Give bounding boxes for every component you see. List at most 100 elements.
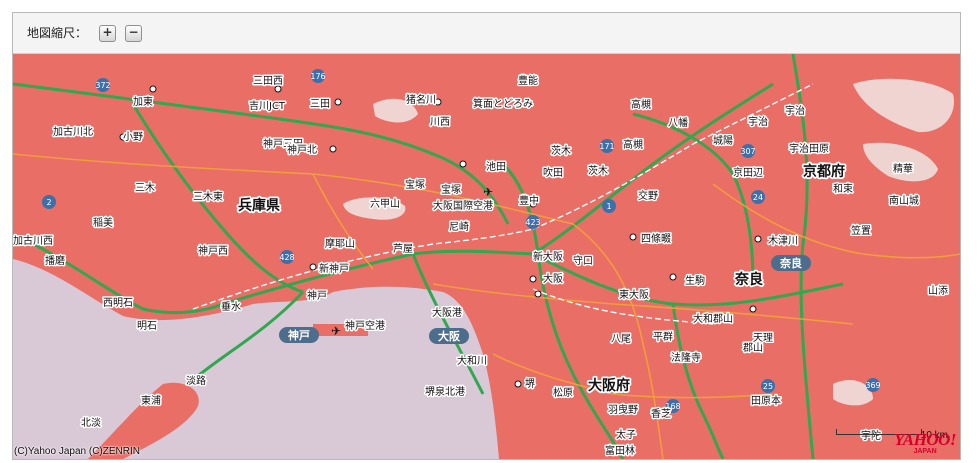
zoom-in-button[interactable]: + xyxy=(99,25,116,42)
place-label: 芦屋 xyxy=(393,243,413,255)
map-toolbar: 地図縮尺： + − xyxy=(13,13,960,54)
place-label: 堺泉北港 xyxy=(425,385,465,398)
svg-text:428: 428 xyxy=(279,253,294,262)
pref-osaka: 大阪府 xyxy=(588,377,630,394)
place-label: 三木 xyxy=(135,182,155,194)
svg-text:24: 24 xyxy=(753,193,763,202)
place-label: 高槻 xyxy=(631,98,651,111)
place-label: 猪名川 xyxy=(406,93,436,106)
place-label: 田原本 xyxy=(751,394,781,407)
place-label: 山添 xyxy=(928,284,948,297)
svg-text:176: 176 xyxy=(310,72,325,81)
place-label: 淡路 xyxy=(186,374,206,387)
map-graphics: 372 176 171 307 24 2 428 423 1 168 25 36… xyxy=(13,54,960,459)
svg-text:307: 307 xyxy=(740,147,755,156)
place-label: 北淡 xyxy=(81,417,101,429)
place-label: 神戸北 xyxy=(287,143,317,156)
place-label: 吹田 xyxy=(543,166,563,179)
place-label: 小野 xyxy=(123,131,143,143)
place-label: 神戸空港 xyxy=(345,319,385,332)
svg-text:1: 1 xyxy=(606,202,611,211)
place-label: 交野 xyxy=(638,189,658,202)
place-label: 垂水 xyxy=(221,301,241,313)
svg-text:369: 369 xyxy=(865,381,880,390)
airport-kobe-icon: ✈ xyxy=(331,324,341,338)
yahoo-japan-logo[interactable]: YAHOO! JAPAN xyxy=(894,431,956,455)
zoom-out-button[interactable]: − xyxy=(125,25,142,42)
place-label: 生駒 xyxy=(685,274,705,287)
place-label: 香芝 xyxy=(651,407,671,420)
map-widget: 地図縮尺： + − 372 176 171 307 24 2 428 423 1… xyxy=(12,12,961,460)
pref-kyoto: 京都府 xyxy=(803,163,845,180)
svg-text:25: 25 xyxy=(763,382,773,391)
boxed-label-kobe: 神戸 xyxy=(279,327,319,343)
place-label: 播磨 xyxy=(45,254,65,267)
place-label: 和束 xyxy=(833,183,853,195)
pref-hyogo: 兵庫県 xyxy=(238,197,280,214)
place-label: 法隆寺 xyxy=(671,351,701,364)
place-label: 郡山 xyxy=(743,342,763,354)
place-label: 三田西 xyxy=(253,76,283,87)
place-label: 稲美 xyxy=(93,216,113,229)
osaka-bay xyxy=(13,259,499,459)
place-label: 守口 xyxy=(573,254,593,267)
place-label: 六甲山 xyxy=(370,198,400,210)
place-label: 木津川 xyxy=(768,235,798,247)
place-label: 宝塚 xyxy=(405,178,425,191)
place-label: 神戸西 xyxy=(198,244,228,257)
svg-text:171: 171 xyxy=(599,142,614,151)
airport-itami-icon: ✈ xyxy=(483,185,493,199)
place-label: 四條畷 xyxy=(641,232,671,245)
place-label: 八幡 xyxy=(668,116,688,129)
map-copyright: (C)Yahoo Japan (C)ZENRIN xyxy=(14,446,140,457)
place-label: 高槻 xyxy=(623,138,643,151)
place-label: 東浦 xyxy=(141,394,161,407)
svg-text:神戸: 神戸 xyxy=(288,328,310,342)
place-label: 富田林 xyxy=(605,444,635,457)
place-label: 八尾 xyxy=(611,333,631,345)
place-label: 豊能 xyxy=(518,74,538,87)
place-label: 大和郡山 xyxy=(693,312,733,325)
place-label: 宝塚 xyxy=(441,183,461,196)
place-label: 加古川北 xyxy=(53,125,93,138)
place-label: 大阪国際空港 xyxy=(433,199,493,212)
place-label: 茨木 xyxy=(588,164,608,177)
svg-text:372: 372 xyxy=(95,81,110,90)
place-label: 池田 xyxy=(486,160,506,173)
place-label: 西明石 xyxy=(103,297,133,309)
place-label: 宇治 xyxy=(748,115,768,128)
place-label: 堺 xyxy=(525,378,535,390)
place-label: 羽曳野 xyxy=(608,404,638,416)
place-label: 大阪港 xyxy=(432,306,462,319)
place-label: 神戸 xyxy=(307,289,327,302)
place-label: 城陽 xyxy=(713,135,733,147)
place-label: 宇治 xyxy=(785,104,805,117)
place-label: 精華 xyxy=(893,162,913,175)
place-label: 京田辺 xyxy=(733,166,763,179)
place-label: 尼崎 xyxy=(449,220,469,233)
place-label: 三木東 xyxy=(193,190,223,203)
place-label: 太子 xyxy=(616,428,636,441)
place-label: 箕面とどろみ xyxy=(473,97,533,110)
map-canvas[interactable]: 372 176 171 307 24 2 428 423 1 168 25 36… xyxy=(13,54,960,459)
place-label: 新大阪 xyxy=(533,250,563,263)
svg-text:423: 423 xyxy=(525,218,540,227)
place-label: 松原 xyxy=(553,386,573,399)
boxed-label-nara: 奈良 xyxy=(771,255,811,271)
yahoo-logo-text: YAHOO! xyxy=(894,430,956,449)
place-label: 茨木 xyxy=(551,144,571,157)
pref-nara: 奈良 xyxy=(734,271,763,288)
svg-text:奈良: 奈良 xyxy=(779,256,802,270)
place-label: 大阪 xyxy=(543,272,563,285)
place-label: 加古川西 xyxy=(13,234,53,247)
japan-logo-text: JAPAN xyxy=(913,448,937,455)
boxed-label-osaka: 大阪 xyxy=(429,328,469,344)
zoom-label: 地図縮尺： xyxy=(27,26,88,40)
place-label: 三田 xyxy=(310,99,330,110)
place-label: 吉川JCT xyxy=(249,100,286,112)
place-label: 宇治田原 xyxy=(789,142,829,155)
place-label: 大和川 xyxy=(457,354,487,367)
place-label: 川西 xyxy=(430,117,450,128)
place-label: 加東 xyxy=(133,95,153,108)
svg-text:2: 2 xyxy=(46,198,51,207)
